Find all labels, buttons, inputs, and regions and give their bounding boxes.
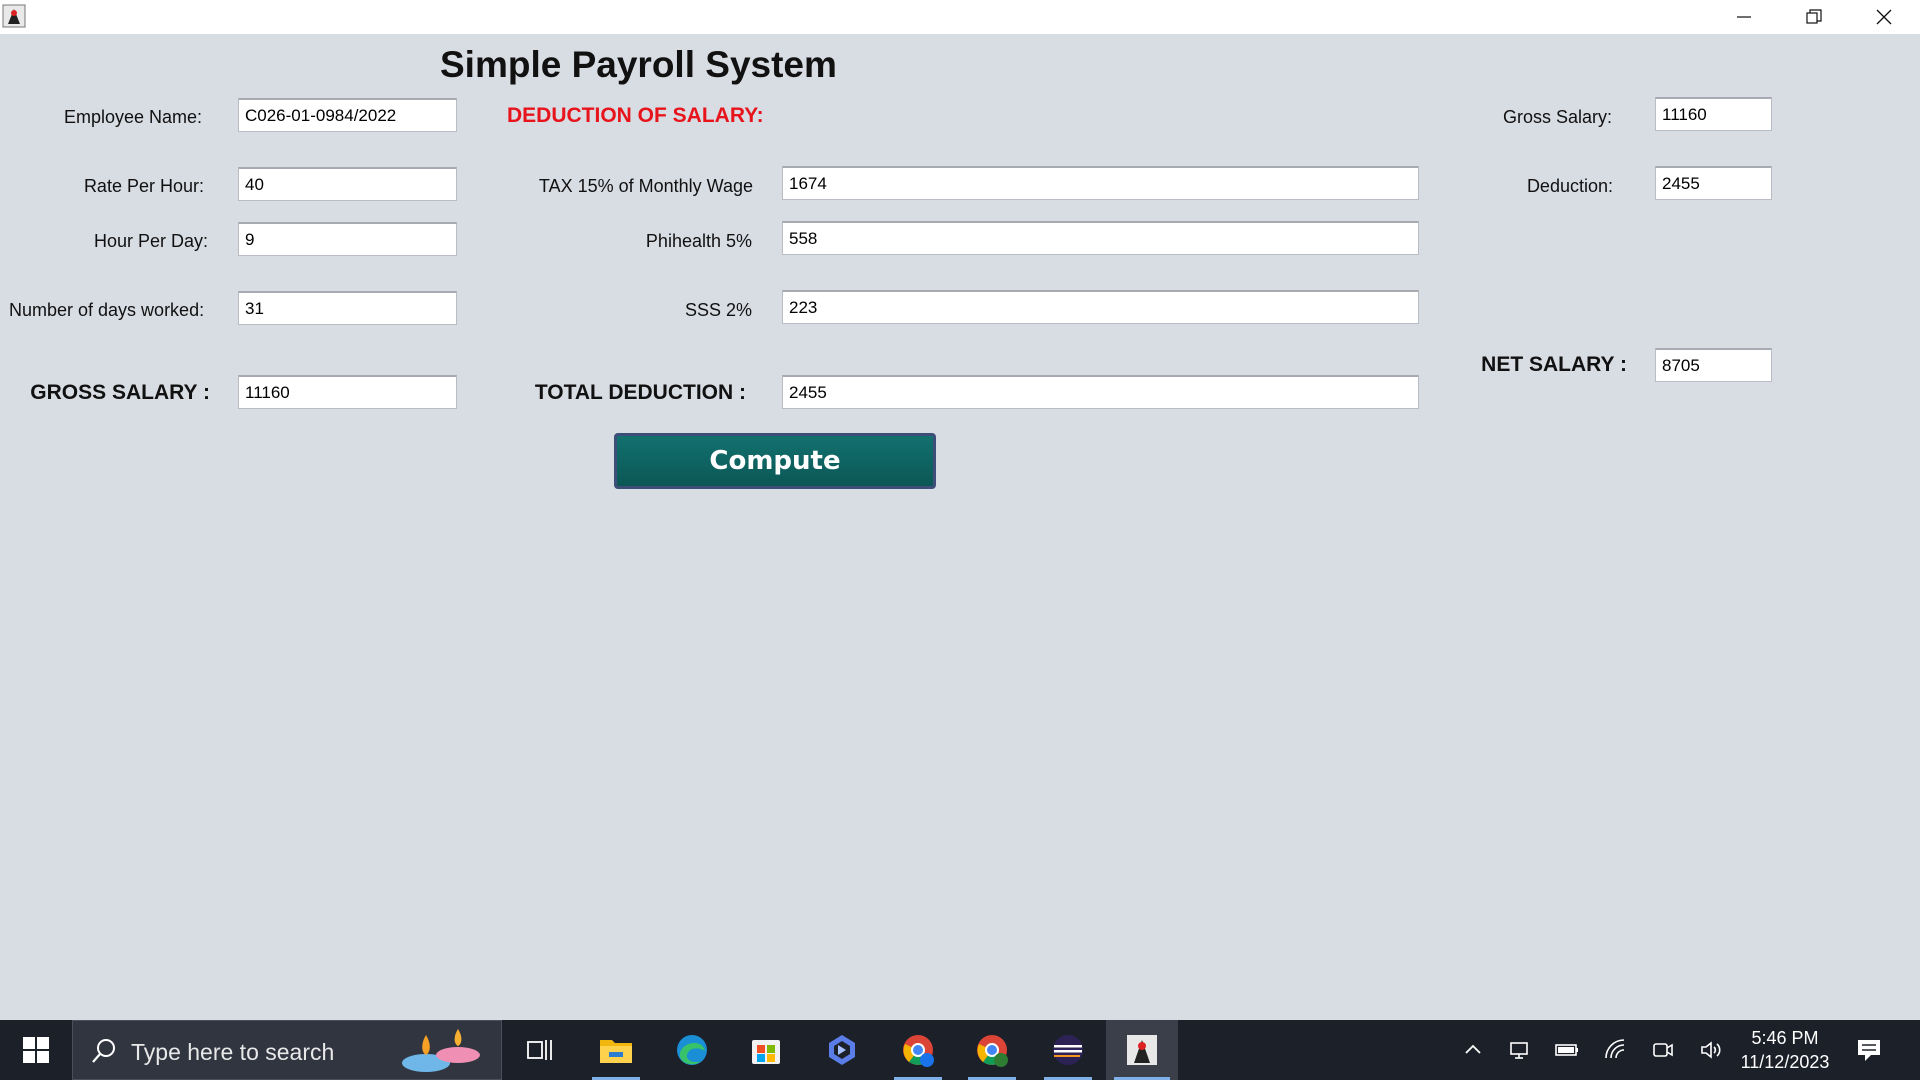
taskbar-edge[interactable] xyxy=(660,1020,724,1080)
task-view-button[interactable] xyxy=(508,1020,572,1080)
task-view-icon xyxy=(527,1040,552,1060)
page-title: Simple Payroll System xyxy=(440,44,837,85)
tray-volume-button[interactable] xyxy=(1698,1038,1724,1062)
deduction-header: DEDUCTION OF SALARY: xyxy=(507,104,764,127)
chrome-icon xyxy=(977,1035,1008,1067)
net-salary-label: NET SALARY : xyxy=(1481,353,1627,376)
chrome-icon xyxy=(903,1035,934,1067)
speaker-icon xyxy=(1701,1041,1721,1059)
minimize-icon xyxy=(1737,16,1751,18)
search-icon xyxy=(92,1039,115,1063)
summary-deduction-input[interactable] xyxy=(1655,166,1772,200)
taskbar-chrome-b[interactable] xyxy=(886,1020,950,1080)
search-placeholder: Type here to search xyxy=(131,1039,335,1065)
sss-input[interactable] xyxy=(782,290,1419,324)
tax-input[interactable] xyxy=(782,166,1419,200)
employee-name-input[interactable] xyxy=(238,98,457,132)
days-worked-input[interactable] xyxy=(238,291,457,325)
taskbar-clock[interactable]: 5:46 PM 11/12/2023 xyxy=(1725,1026,1845,1074)
taskbar-copilot[interactable] xyxy=(810,1020,874,1080)
taskbar-chrome-m[interactable] xyxy=(960,1020,1024,1080)
window-title-bar xyxy=(0,0,1920,34)
microsoft-store-icon xyxy=(752,1040,780,1064)
clock-date: 11/12/2023 xyxy=(1740,1052,1830,1072)
clock-time: 5:46 PM xyxy=(1751,1028,1819,1048)
taskbar-store[interactable] xyxy=(734,1020,798,1080)
taskbar-eclipse[interactable] xyxy=(1036,1020,1100,1080)
edge-icon xyxy=(677,1035,707,1065)
java-duke-icon xyxy=(2,4,26,28)
rate-per-hour-label: Rate Per Hour: xyxy=(83,176,204,196)
rate-per-hour-input[interactable] xyxy=(238,167,457,201)
file-explorer-icon xyxy=(600,1040,632,1063)
start-button[interactable] xyxy=(0,1020,72,1080)
total-deduction-label: TOTAL DEDUCTION : xyxy=(534,381,746,404)
chevron-up-icon xyxy=(1465,1044,1481,1054)
show-hidden-icons-button[interactable] xyxy=(1460,1038,1486,1062)
taskbar: Type here to search 5:46 PM 11/12/2023 xyxy=(0,1020,1920,1080)
taskbar-search-box[interactable]: Type here to search xyxy=(72,1020,502,1080)
copilot-icon xyxy=(829,1035,855,1065)
gross-salary-input[interactable] xyxy=(238,375,457,409)
close-icon xyxy=(1876,9,1892,25)
net-salary-input[interactable] xyxy=(1655,348,1772,382)
compute-button[interactable]: Compute xyxy=(614,433,936,489)
tray-meet-button[interactable] xyxy=(1650,1038,1676,1062)
taskbar-file-explorer[interactable] xyxy=(584,1020,648,1080)
taskbar-java-app[interactable] xyxy=(1106,1020,1178,1080)
monitor-icon xyxy=(1510,1042,1528,1059)
java-duke-icon xyxy=(1127,1035,1157,1065)
employee-name-label: Employee Name: xyxy=(63,107,202,127)
total-deduction-input[interactable] xyxy=(782,375,1419,409)
camera-icon xyxy=(1653,1043,1673,1057)
philhealth-input[interactable] xyxy=(782,221,1419,255)
summary-gross-input[interactable] xyxy=(1655,97,1772,131)
days-worked-label: Number of days worked: xyxy=(9,300,205,320)
restore-icon xyxy=(1806,9,1822,24)
hour-per-day-input[interactable] xyxy=(238,222,457,256)
sss-label: SSS 2% xyxy=(684,300,752,320)
close-button[interactable] xyxy=(1849,0,1919,34)
wifi-icon xyxy=(1605,1039,1625,1059)
minimize-button[interactable] xyxy=(1709,0,1779,34)
tray-display-button[interactable] xyxy=(1507,1038,1533,1062)
summary-deduction-label: Deduction: xyxy=(1526,176,1613,196)
philhealth-label: Phihealth 5% xyxy=(645,231,752,251)
eclipse-icon xyxy=(1053,1035,1083,1065)
notification-icon[interactable] xyxy=(1855,1036,1883,1064)
diwali-lamps-icon xyxy=(402,1029,480,1072)
hour-per-day-label: Hour Per Day: xyxy=(93,231,208,251)
restore-button[interactable] xyxy=(1779,0,1849,34)
summary-gross-label: Gross Salary: xyxy=(1502,107,1612,127)
battery-icon xyxy=(1555,1044,1578,1056)
windows-logo-icon xyxy=(23,1037,49,1063)
tray-battery-button[interactable] xyxy=(1554,1038,1580,1062)
tax-label: TAX 15% of Monthly Wage xyxy=(538,176,753,196)
tray-network-button[interactable] xyxy=(1603,1038,1629,1062)
gross-salary-label: GROSS SALARY : xyxy=(30,381,210,404)
